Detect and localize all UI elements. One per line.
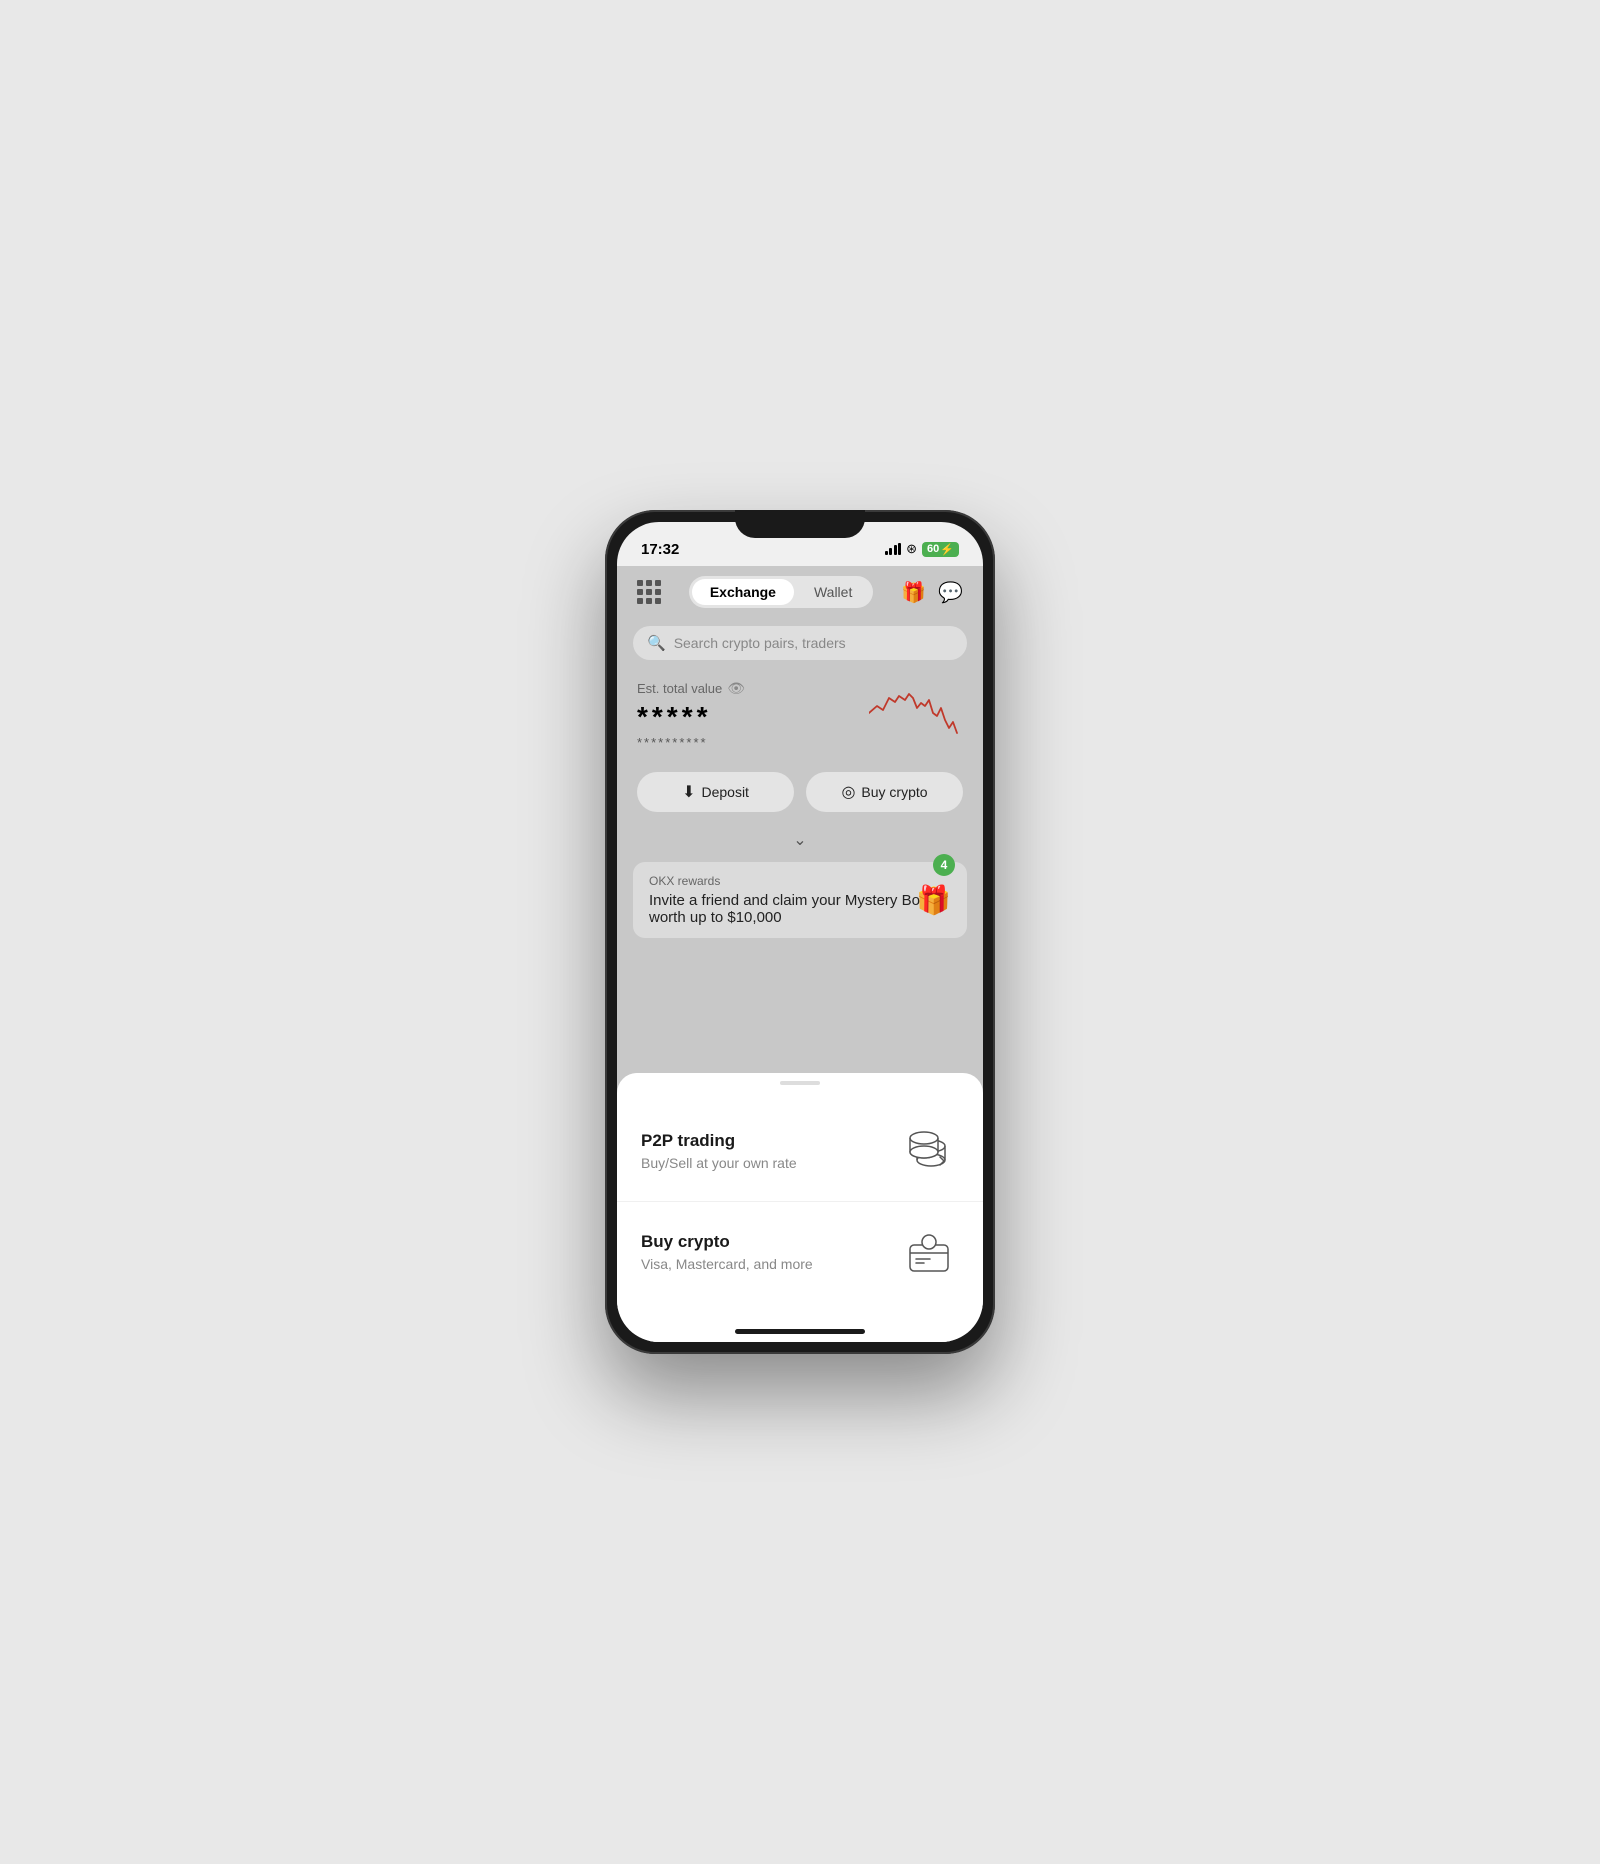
app-content: Exchange Wallet 🎁 💬 🔍 Search crypto pair… — [617, 566, 983, 1342]
gift-icon[interactable]: 🎁 — [901, 580, 926, 605]
rewards-badge: 4 — [933, 854, 955, 876]
hide-balance-icon[interactable]: 👁 — [727, 680, 745, 697]
balance-section: Est. total value 👁 ***** ********** — [617, 668, 983, 758]
header-nav: Exchange Wallet 🎁 💬 — [617, 566, 983, 618]
buy-crypto-item[interactable]: Buy crypto Visa, Mastercard, and more — [617, 1202, 983, 1302]
bottom-sheet: P2P trading Buy/Sell at your own rate — [617, 1073, 983, 1342]
battery-bolt-icon: ⚡ — [940, 543, 954, 556]
rewards-gift-icon: 🎁 — [916, 884, 951, 917]
p2p-trading-title: P2P trading — [641, 1131, 797, 1151]
battery-indicator: 60 ⚡ — [922, 542, 959, 557]
sheet-handle — [780, 1081, 820, 1085]
grid-menu-button[interactable] — [637, 580, 661, 604]
wifi-icon: ⊛ — [906, 541, 917, 557]
buy-crypto-subtitle: Visa, Mastercard, and more — [641, 1256, 813, 1272]
buy-crypto-title: Buy crypto — [641, 1232, 813, 1252]
status-icons: ⊛ 60 ⚡ — [885, 541, 959, 557]
chat-icon[interactable]: 💬 — [938, 580, 963, 605]
buy-crypto-info: Buy crypto Visa, Mastercard, and more — [641, 1232, 813, 1272]
buy-crypto-button[interactable]: ◎ Buy crypto — [806, 772, 963, 812]
deposit-icon: ⬇ — [682, 782, 695, 802]
buy-crypto-icon — [899, 1222, 959, 1282]
nav-tabs: Exchange Wallet — [689, 576, 874, 608]
action-buttons: ⬇ Deposit ◎ Buy crypto — [617, 758, 983, 826]
search-icon: 🔍 — [647, 634, 666, 652]
home-indicator — [735, 1329, 865, 1334]
expand-button[interactable]: ⌄ — [617, 826, 983, 854]
header-actions: 🎁 💬 — [901, 580, 963, 605]
tab-exchange[interactable]: Exchange — [692, 579, 794, 605]
status-time: 17:32 — [641, 541, 679, 558]
rewards-card[interactable]: 4 OKX rewards Invite a friend and claim … — [633, 862, 967, 938]
tab-wallet[interactable]: Wallet — [796, 579, 870, 605]
battery-level: 60 — [927, 543, 939, 555]
p2p-trading-item[interactable]: P2P trading Buy/Sell at your own rate — [617, 1101, 983, 1202]
mini-chart — [869, 678, 959, 738]
phone-frame: 17:32 ⊛ 60 ⚡ — [605, 510, 995, 1354]
chevron-down-icon: ⌄ — [793, 832, 806, 849]
p2p-trading-subtitle: Buy/Sell at your own rate — [641, 1155, 797, 1171]
buy-crypto-label: Buy crypto — [861, 784, 927, 800]
p2p-trading-icon — [899, 1121, 959, 1181]
rewards-title: Invite a friend and claim your Mystery B… — [649, 892, 951, 926]
rewards-label: OKX rewards — [649, 874, 951, 888]
notch — [735, 510, 865, 538]
buy-icon: ◎ — [841, 782, 855, 802]
search-placeholder-text: Search crypto pairs, traders — [674, 635, 846, 651]
phone-screen: 17:32 ⊛ 60 ⚡ — [617, 522, 983, 1342]
p2p-trading-info: P2P trading Buy/Sell at your own rate — [641, 1131, 797, 1171]
search-bar[interactable]: 🔍 Search crypto pairs, traders — [633, 626, 967, 660]
signal-icon — [885, 543, 902, 555]
deposit-button[interactable]: ⬇ Deposit — [637, 772, 794, 812]
deposit-label: Deposit — [701, 784, 748, 800]
